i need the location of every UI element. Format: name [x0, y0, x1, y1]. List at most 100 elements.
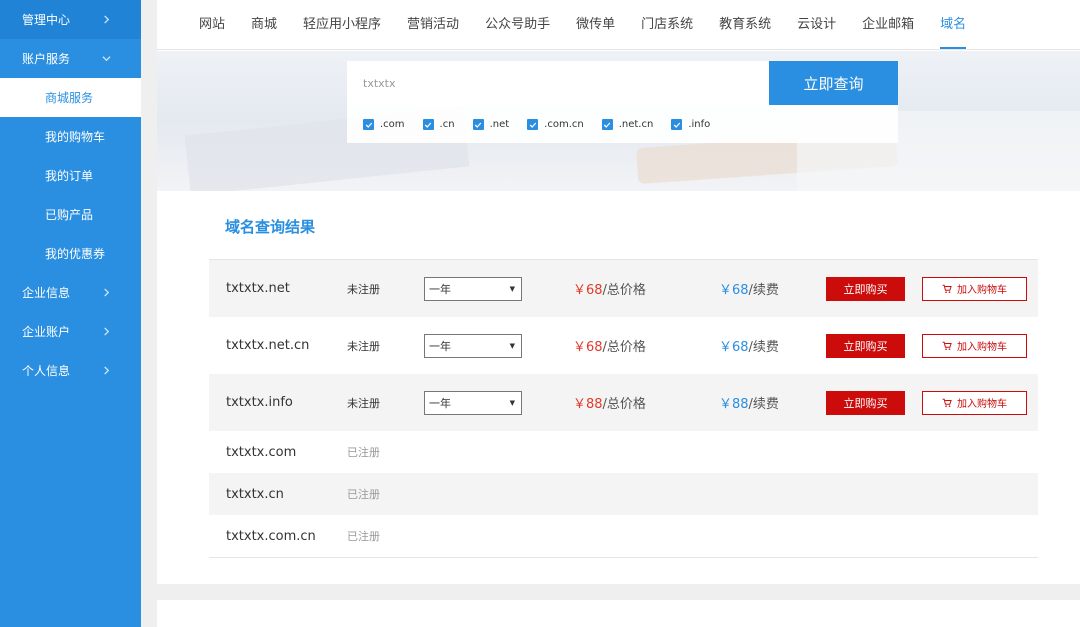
buy-now-button[interactable]: 立即购买 [826, 333, 905, 358]
cart-icon [942, 398, 952, 407]
top-nav: 网站 商城 轻应用小程序 营销活动 公众号助手 微传单 门店系统 教育系统 云设… [157, 0, 1080, 50]
checkbox-checked-icon [363, 119, 374, 130]
buy-now-button[interactable]: 立即购买 [826, 276, 905, 301]
sidebar-item-purchased[interactable]: 已购产品 [0, 195, 141, 234]
tld-checkbox-net[interactable]: .net [472, 119, 510, 130]
sidebar-item-label: 个人信息 [22, 364, 71, 378]
search-banner: 立即查询 .com .cn .net .com.cn [157, 51, 1080, 191]
period-value: 一年 [429, 396, 451, 410]
domain-name: txtxtx.net.cn [226, 338, 310, 353]
sidebar-item-my-cart[interactable]: 我的购物车 [0, 117, 141, 156]
sidebar-item-label: 商城服务 [45, 91, 94, 105]
chevron-right-icon [104, 366, 110, 375]
domain-search-input[interactable] [347, 61, 769, 105]
period-select[interactable]: 一年 ▼ [424, 276, 522, 301]
sidebar-item-management[interactable]: 管理中心 [0, 0, 141, 39]
chevron-down-icon [102, 56, 111, 62]
nav-item-enterprise-mail[interactable]: 企业邮箱 [862, 0, 914, 50]
nav-item-micro-flyer[interactable]: 微传单 [576, 0, 615, 50]
nav-item-domain[interactable]: 域名 [940, 0, 967, 50]
main-panel: 网站 商城 轻应用小程序 营销活动 公众号助手 微传单 门店系统 教育系统 云设… [157, 0, 1080, 584]
add-to-cart-button[interactable]: 加入购物车 [922, 390, 1027, 415]
domain-name: txtxtx.net [226, 281, 290, 296]
sidebar-item-label: 管理中心 [22, 13, 71, 27]
bottom-panel [157, 600, 1080, 627]
tld-checkbox-com-cn[interactable]: .com.cn [527, 119, 584, 130]
sidebar-item-label: 我的购物车 [45, 130, 106, 144]
renew-price: ￥68/续费 [719, 340, 779, 355]
status-badge: 已注册 [347, 446, 380, 459]
domain-search-box: 立即查询 .com .cn .net .com.cn [347, 61, 898, 143]
dropdown-arrow-icon: ▼ [509, 398, 515, 407]
tld-label: .net.cn [618, 119, 654, 130]
sidebar-item-label: 我的优惠券 [45, 247, 106, 261]
sidebar-item-company-info[interactable]: 企业信息 [0, 273, 141, 312]
table-row: txtxtx.net.cn 未注册 一年 ▼ ￥68/总价格 ￥68/续费 立即… [209, 317, 1038, 374]
checkbox-checked-icon [671, 119, 683, 130]
status-badge: 未注册 [347, 396, 380, 410]
nav-item-cloud-design[interactable]: 云设计 [797, 0, 836, 50]
search-button[interactable]: 立即查询 [769, 61, 898, 105]
domain-name: txtxtx.com.cn [226, 528, 316, 544]
sidebar-item-mall-services[interactable]: 商城服务 [0, 78, 141, 117]
add-to-cart-button[interactable]: 加入购物车 [922, 276, 1027, 301]
nav-item-official-account[interactable]: 公众号助手 [485, 0, 550, 50]
table-row: txtxtx.info 未注册 一年 ▼ ￥88/总价格 ￥88/续费 立即购买… [209, 374, 1038, 431]
nav-item-mall[interactable]: 商城 [251, 0, 277, 50]
checkbox-checked-icon [422, 119, 434, 130]
checkbox-checked-icon [472, 119, 484, 130]
tld-label: .info [688, 119, 711, 130]
sidebar-item-coupons[interactable]: 我的优惠券 [0, 234, 141, 273]
sidebar-item-label: 账户服务 [22, 52, 71, 66]
total-price: ￥68/总价格 [573, 340, 646, 355]
domain-name: txtxtx.com [226, 444, 297, 460]
tld-label: .net [489, 119, 510, 130]
tld-label: .com [380, 119, 405, 130]
status-badge: 已注册 [347, 488, 380, 501]
tld-checkbox-info[interactable]: .info [671, 119, 710, 130]
domain-name: txtxtx.cn [226, 486, 284, 502]
checkbox-checked-icon [527, 119, 539, 130]
nav-item-website[interactable]: 网站 [199, 0, 225, 50]
chevron-right-icon [104, 327, 110, 336]
checkbox-checked-icon [601, 119, 613, 130]
cart-icon [942, 284, 952, 293]
table-row: txtxtx.net 未注册 一年 ▼ ￥68/总价格 ￥68/续费 立即购买 … [209, 260, 1038, 317]
sidebar: 管理中心 账户服务 商城服务 我的购物车 我的订单 已购产品 我的优惠券 企业信… [0, 0, 141, 627]
tld-label: .cn [439, 119, 455, 130]
period-value: 一年 [429, 282, 451, 296]
tld-label: .com.cn [544, 119, 584, 130]
buy-now-button[interactable]: 立即购买 [826, 390, 905, 415]
sidebar-item-label: 我的订单 [45, 169, 94, 183]
period-select[interactable]: 一年 ▼ [424, 390, 522, 415]
status-badge: 未注册 [347, 282, 380, 296]
add-to-cart-button[interactable]: 加入购物车 [922, 333, 1027, 358]
dropdown-arrow-icon: ▼ [509, 341, 515, 350]
tld-checkbox-net-cn[interactable]: .net.cn [601, 119, 654, 130]
renew-price: ￥88/续费 [719, 397, 779, 412]
chevron-right-icon [104, 15, 110, 24]
tld-checkbox-com[interactable]: .com [363, 119, 405, 130]
total-price: ￥88/总价格 [573, 397, 646, 412]
status-badge: 未注册 [347, 339, 380, 353]
sidebar-item-personal-info[interactable]: 个人信息 [0, 351, 141, 390]
nav-item-mini-program[interactable]: 轻应用小程序 [303, 0, 381, 50]
tld-checkbox-cn[interactable]: .cn [422, 119, 455, 130]
period-select[interactable]: 一年 ▼ [424, 333, 522, 358]
cart-icon [942, 341, 952, 350]
period-value: 一年 [429, 339, 451, 353]
nav-item-store-system[interactable]: 门店系统 [641, 0, 693, 50]
table-row: txtxtx.com.cn 已注册 [209, 515, 1038, 557]
sidebar-item-my-orders[interactable]: 我的订单 [0, 156, 141, 195]
nav-item-education[interactable]: 教育系统 [719, 0, 771, 50]
dropdown-arrow-icon: ▼ [509, 284, 515, 293]
sidebar-item-label: 企业信息 [22, 286, 71, 300]
sidebar-item-label: 已购产品 [45, 208, 94, 222]
sidebar-item-account-services[interactable]: 账户服务 [0, 39, 141, 78]
renew-price: ￥68/续费 [719, 283, 779, 298]
sidebar-item-company-account[interactable]: 企业账户 [0, 312, 141, 351]
nav-item-marketing[interactable]: 营销活动 [407, 0, 459, 50]
sidebar-item-label: 企业账户 [22, 325, 71, 339]
domain-name: txtxtx.info [226, 395, 293, 410]
table-row: txtxtx.cn 已注册 [209, 473, 1038, 515]
